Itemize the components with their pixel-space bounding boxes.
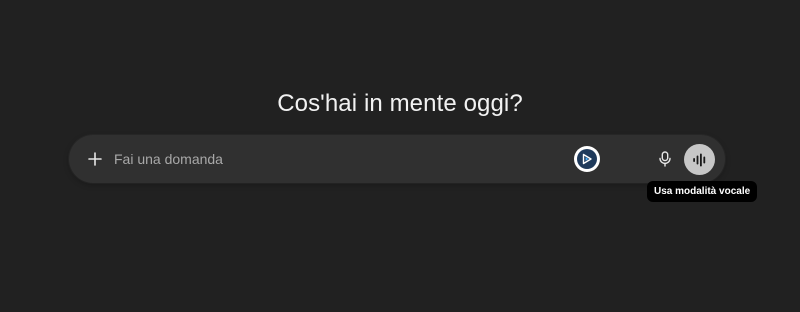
voice-mode-tooltip: Usa modalità vocale (647, 181, 758, 202)
extension-button[interactable] (574, 146, 600, 172)
voice-mode-button[interactable] (684, 144, 715, 175)
extension-logo-icon (577, 149, 597, 169)
dictate-button[interactable] (653, 147, 677, 171)
chat-home-page: Cos'hai in mente oggi? Fai una domanda U… (0, 0, 800, 312)
prompt-input[interactable] (114, 147, 554, 171)
plus-icon (88, 152, 102, 166)
page-headline: Cos'hai in mente oggi? (277, 90, 523, 118)
microphone-icon (659, 151, 671, 167)
voice-waveform-icon (692, 153, 705, 166)
add-attachment-button[interactable] (81, 145, 109, 173)
prompt-composer (69, 135, 725, 183)
